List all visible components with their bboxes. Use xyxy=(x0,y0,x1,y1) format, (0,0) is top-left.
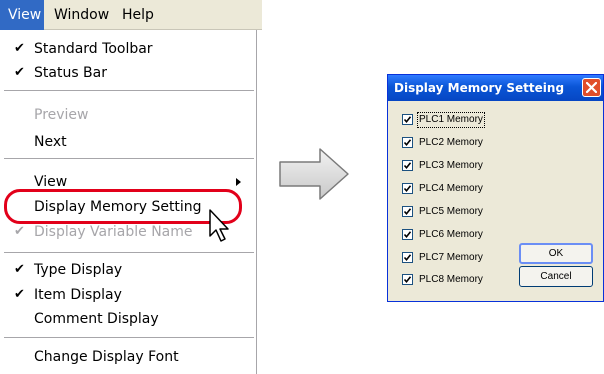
display-memory-dialog: Display Memory Setteing PLC1 Memory PLC2… xyxy=(387,74,604,302)
checkbox-label: PLC6 Memory xyxy=(419,229,483,240)
menu-item-label: Comment Display xyxy=(34,311,159,327)
checkbox-label: PLC5 Memory xyxy=(419,206,483,217)
checkbox[interactable] xyxy=(402,160,413,171)
checkbox-label: PLC3 Memory xyxy=(419,160,483,171)
checkmark-icon xyxy=(403,162,412,170)
menu-item-status-bar[interactable]: ✔ Status Bar xyxy=(0,62,256,84)
checkbox[interactable] xyxy=(402,229,413,240)
checkbox-label: PLC4 Memory xyxy=(419,183,483,194)
menu-separator xyxy=(4,158,254,159)
checkbox[interactable] xyxy=(402,206,413,217)
checkbox-label: PLC1 Memory xyxy=(417,112,485,128)
cancel-button[interactable]: Cancel xyxy=(519,266,593,287)
menu-window[interactable]: Window xyxy=(48,5,115,25)
menu-item-label: Status Bar xyxy=(34,65,108,81)
checkbox[interactable] xyxy=(402,183,413,194)
menu-item-change-display-font[interactable]: Change Display Font xyxy=(0,346,256,368)
mouse-pointer-icon xyxy=(208,208,234,244)
checkmark-icon xyxy=(403,208,412,216)
checkbox[interactable] xyxy=(402,274,413,285)
checkbox-label: PLC8 Memory xyxy=(419,274,483,285)
checkbox[interactable] xyxy=(402,114,413,125)
close-icon xyxy=(586,82,597,93)
menu-separator xyxy=(4,337,254,338)
menu-item-label: Preview xyxy=(34,107,89,123)
menu-item-label: Next xyxy=(34,134,67,150)
menu-view[interactable]: View xyxy=(0,0,44,30)
checkbox-label: PLC7 Memory xyxy=(419,252,483,263)
checkmark-icon xyxy=(403,139,412,147)
checkmark-icon: ✔ xyxy=(14,224,25,239)
menu-item-standard-toolbar[interactable]: ✔ Standard Toolbar xyxy=(0,38,256,60)
checkmark-icon: ✔ xyxy=(14,65,25,80)
submenu-arrow-icon xyxy=(236,178,241,186)
checkbox-label: PLC2 Memory xyxy=(419,137,483,148)
checkmark-icon: ✔ xyxy=(14,262,25,277)
checkmark-icon xyxy=(403,254,412,262)
checkmark-icon: ✔ xyxy=(14,287,25,302)
checkbox[interactable] xyxy=(402,137,413,148)
dialog-title: Display Memory Setteing xyxy=(394,81,565,95)
menu-item-label: Standard Toolbar xyxy=(34,41,153,57)
checkmark-icon xyxy=(403,116,412,124)
ok-button[interactable]: OK xyxy=(519,243,593,264)
menu-item-label: Item Display xyxy=(34,287,122,303)
highlight-ring xyxy=(4,189,242,224)
menu-item-next[interactable]: Next xyxy=(0,131,256,153)
checkbox-plc6-memory[interactable]: PLC6 Memory xyxy=(402,227,532,243)
menu-item-comment-display[interactable]: Comment Display xyxy=(0,308,256,330)
menu-bar: View Window Help xyxy=(0,0,262,30)
menu-item-type-display[interactable]: ✔ Type Display xyxy=(0,259,256,281)
checkbox-plc8-memory[interactable]: PLC8 Memory xyxy=(402,272,532,288)
checkbox-plc3-memory[interactable]: PLC3 Memory xyxy=(402,158,532,174)
transition-arrow-icon xyxy=(278,146,350,202)
checkmark-icon: ✔ xyxy=(14,41,25,56)
dialog-titlebar[interactable]: Display Memory Setteing xyxy=(388,75,603,101)
menu-item-label: Type Display xyxy=(34,262,123,278)
checkbox-plc5-memory[interactable]: PLC5 Memory xyxy=(402,204,532,220)
menu-separator xyxy=(4,252,254,253)
menu-item-preview[interactable]: Preview xyxy=(0,104,256,126)
menu-item-label: Display Variable Name xyxy=(34,224,193,240)
close-button[interactable] xyxy=(582,78,601,97)
checkbox-plc4-memory[interactable]: PLC4 Memory xyxy=(402,181,532,197)
checkmark-icon xyxy=(403,276,412,284)
menu-separator xyxy=(4,90,254,91)
menu-help[interactable]: Help xyxy=(116,5,160,25)
menu-item-item-display[interactable]: ✔ Item Display xyxy=(0,284,256,306)
checkmark-icon xyxy=(403,185,412,193)
checkmark-icon xyxy=(403,231,412,239)
checkbox-plc1-memory[interactable]: PLC1 Memory xyxy=(402,112,532,128)
checkbox-plc7-memory[interactable]: PLC7 Memory xyxy=(402,250,532,266)
checkbox[interactable] xyxy=(402,252,413,263)
menu-item-label: Change Display Font xyxy=(34,349,179,365)
checkbox-plc2-memory[interactable]: PLC2 Memory xyxy=(402,135,532,151)
